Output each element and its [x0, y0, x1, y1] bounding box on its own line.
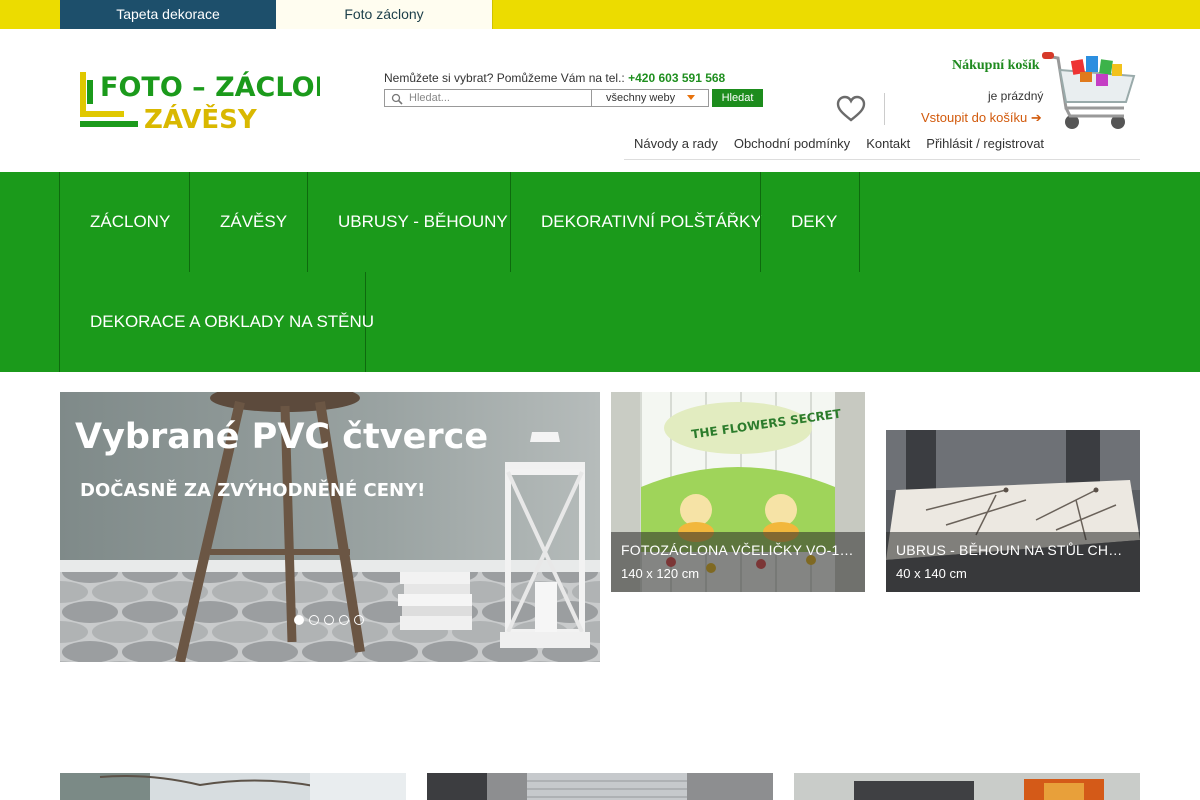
logo-line2: ZÁVĚSY [144, 103, 258, 134]
nav-item-ubrusy[interactable]: UBRUSY - BĚHOUNY [307, 172, 511, 272]
slider-dot-3[interactable] [324, 615, 334, 625]
shopping-cart-icon[interactable] [1042, 50, 1140, 144]
dropdown-arrow-icon [687, 95, 695, 100]
heart-icon[interactable] [836, 95, 866, 123]
category-tile[interactable] [427, 773, 773, 800]
category-tile[interactable] [60, 773, 406, 800]
site-switcher-bar: Tapeta dekorace Foto záclony [0, 0, 1200, 29]
category-image [60, 773, 406, 800]
slider-dot-1[interactable] [294, 615, 304, 625]
product-size: 140 x 120 cm [621, 566, 700, 581]
search-icon [391, 93, 403, 105]
product-caption: FOTOZÁCLONA VČELIČKY VO-140 X 120-005 14… [611, 532, 865, 592]
banner-headline: Vybrané PVC čtverce [75, 417, 489, 457]
category-tile[interactable] [794, 773, 1140, 800]
product-size: 40 x 140 cm [896, 566, 967, 581]
tab-foto-zaclony[interactable]: Foto záclony [276, 0, 493, 29]
nav-item-zaclony[interactable]: ZÁCLONY [59, 172, 190, 272]
slider-dot-5[interactable] [354, 615, 364, 625]
cart-status: je prázdný [988, 89, 1044, 103]
product-caption: UBRUS - BĚHOUN NA STŮL CHMÝŘÍ 40 x 140 c… [886, 532, 1140, 592]
main-navigation: ZÁCLONY ZÁVĚSY UBRUSY - BĚHOUNY DEKORATI… [0, 172, 1200, 372]
nav-item-deky[interactable]: DEKY [760, 172, 860, 272]
product-name[interactable]: FOTOZÁCLONA VČELIČKY VO-140 X 120-005 [621, 542, 855, 558]
search-box: všechny weby [384, 89, 709, 107]
slider-dot-2[interactable] [309, 615, 319, 625]
link-prihlasit[interactable]: Přihlásit / registrovat [926, 136, 1044, 151]
banner-subline: DOČASNĚ ZA ZVÝHODNĚNÉ CENY! [80, 480, 426, 501]
category-image [794, 773, 1140, 800]
nav-item-polstarky[interactable]: DEKORATIVNÍ POLŠTÁŘKY [510, 172, 762, 272]
help-phone[interactable]: +420 603 591 568 [628, 71, 725, 85]
search-input[interactable] [409, 90, 589, 106]
promo-banner[interactable]: Vybrané PVC čtverce DOČASNĚ ZA ZVÝHODNĚN… [60, 392, 600, 662]
category-image [427, 773, 773, 800]
help-label: Nemůžete si vybrat? Pomůžeme Vám na tel.… [384, 71, 625, 85]
slider-dots [294, 615, 364, 625]
product-name[interactable]: UBRUS - BĚHOUN NA STŮL CHMÝŘÍ [896, 542, 1130, 558]
link-kontakt[interactable]: Kontakt [866, 136, 910, 151]
product-card[interactable]: THE FLOWERS SECRET FOTOZÁCLONA VČELIČKY … [611, 392, 865, 592]
cart-title[interactable]: Nákupní košík [952, 58, 1040, 74]
link-navody[interactable]: Návody a rady [634, 136, 718, 151]
search-scope-select[interactable]: všechny weby [591, 90, 709, 106]
help-text: Nemůžete si vybrat? Pomůžeme Vám na tel.… [384, 71, 725, 85]
link-obchodni-podminky[interactable]: Obchodní podmínky [734, 136, 850, 151]
nav-item-dekorace[interactable]: DEKORACE A OBKLADY NA STĚNU [59, 272, 374, 372]
top-links: Návody a rady Obchodní podmínky Kontakt Při… [634, 136, 1060, 151]
cart-enter-link[interactable]: Vstoupit do košíku ➔ [921, 110, 1042, 126]
site-logo[interactable]: FOTO – ZÁCLONY ZÁVĚSY [80, 68, 320, 134]
nav-item-zavesy[interactable]: ZÁVĚSY [189, 172, 308, 272]
header-divider [884, 93, 885, 125]
search-scope-label: všechny weby [606, 92, 676, 104]
product-card[interactable]: UBRUS - BĚHOUN NA STŮL CHMÝŘÍ 40 x 140 c… [886, 430, 1140, 592]
logo-line1: FOTO – ZÁCLONY [100, 71, 320, 103]
slider-dot-4[interactable] [339, 615, 349, 625]
top-links-rule [624, 159, 1140, 160]
search-button[interactable]: Hledat [712, 89, 763, 107]
tab-tapeta-dekorace[interactable]: Tapeta dekorace [60, 0, 276, 29]
